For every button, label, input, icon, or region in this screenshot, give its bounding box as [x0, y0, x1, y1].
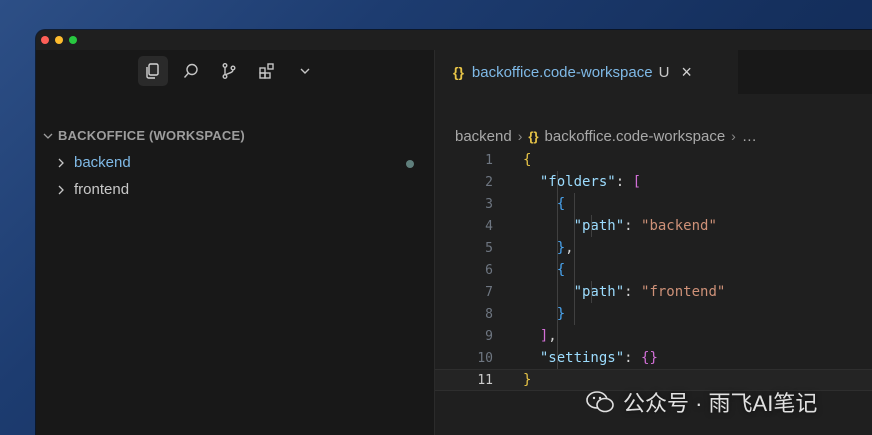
modified-indicator-dot [406, 160, 414, 168]
title-bar [36, 30, 872, 50]
line-number: 4 [485, 218, 493, 234]
line-number: 11 [477, 372, 493, 388]
chevron-right-icon [58, 158, 64, 167]
indent-guide [574, 193, 575, 325]
line-number: 3 [485, 196, 493, 212]
explorer-button[interactable] [138, 56, 168, 86]
line-number: 7 [485, 284, 493, 300]
code-line: 3 { [435, 193, 872, 215]
source-control-icon [222, 63, 236, 79]
workspace-title: BACKOFFICE (WORKSPACE) [58, 128, 245, 143]
folder-label: frontend [74, 181, 130, 198]
line-number: 2 [485, 174, 493, 190]
line-number: 6 [485, 262, 493, 278]
watermark: 公众号 · 雨飞AI笔记 [585, 386, 817, 418]
code-line: 4 "path": "backend" [435, 215, 872, 237]
line-number: 1 [485, 152, 493, 168]
breadcrumb-more[interactable]: … [742, 128, 757, 145]
indent-guide [591, 215, 592, 237]
watermark-text: 公众号 · 雨飞AI笔记 [623, 391, 818, 416]
more-views-button[interactable] [290, 56, 320, 86]
json-file-icon: {} [528, 128, 539, 144]
close-icon[interactable]: × [681, 62, 692, 83]
minimize-window-button[interactable] [55, 36, 63, 44]
code-line: 5 }, [435, 237, 872, 259]
close-window-button[interactable] [41, 36, 49, 44]
chevron-down-icon [43, 133, 53, 139]
line-number: 8 [485, 306, 493, 322]
source-control-button[interactable] [214, 56, 244, 86]
chevron-down-icon [300, 68, 310, 74]
untracked-status-badge: U [658, 63, 670, 81]
workspace-section-header[interactable]: BACKOFFICE (WORKSPACE) [42, 128, 245, 143]
code-line: 9 ], [435, 325, 872, 347]
code-line: 7 "path": "frontend" [435, 281, 872, 303]
vscode-window: BACKOFFICE (WORKSPACE) backend frontend … [36, 30, 872, 435]
folder-label: backend [74, 154, 131, 171]
line-number: 9 [485, 328, 493, 344]
json-file-icon: {} [453, 64, 464, 80]
code-line: 1 { [435, 149, 872, 171]
code-line: 8 } [435, 303, 872, 325]
explorer-icon [146, 63, 159, 79]
code-line: 10 "settings": {} [435, 347, 872, 369]
folder-item-frontend[interactable]: frontend [56, 181, 129, 198]
maximize-window-button[interactable] [69, 36, 77, 44]
breadcrumb-separator: › [731, 128, 736, 144]
tab-backoffice-workspace[interactable]: {} backoffice.code-workspace U × [435, 50, 738, 94]
indent-guide [557, 171, 558, 369]
chevron-right-icon [58, 185, 64, 194]
breadcrumb: backend › {} backoffice.code-workspace ›… [455, 127, 757, 145]
code-line: 6 { [435, 259, 872, 281]
line-number: 10 [477, 350, 493, 366]
code-line: 2 "folders": [ [435, 171, 872, 193]
activity-bar [138, 56, 320, 86]
tab-bar: {} backoffice.code-workspace U × [435, 50, 872, 94]
search-button[interactable] [176, 56, 206, 86]
search-icon [183, 63, 198, 78]
breadcrumb-separator: › [517, 128, 523, 144]
line-number: 5 [485, 240, 493, 256]
wechat-icon [586, 391, 614, 413]
breadcrumb-file[interactable]: backoffice.code-workspace [545, 128, 726, 145]
breadcrumb-folder[interactable]: backend [455, 128, 512, 145]
tab-title: backoffice.code-workspace [471, 63, 653, 81]
extensions-icon [259, 63, 274, 79]
explorer-sidebar: BACKOFFICE (WORKSPACE) backend frontend [36, 50, 435, 435]
folder-item-backend[interactable]: backend [56, 154, 131, 171]
extensions-button[interactable] [252, 56, 282, 86]
indent-guide [591, 281, 592, 303]
editor-area: {} backoffice.code-workspace U × backend… [435, 50, 872, 435]
